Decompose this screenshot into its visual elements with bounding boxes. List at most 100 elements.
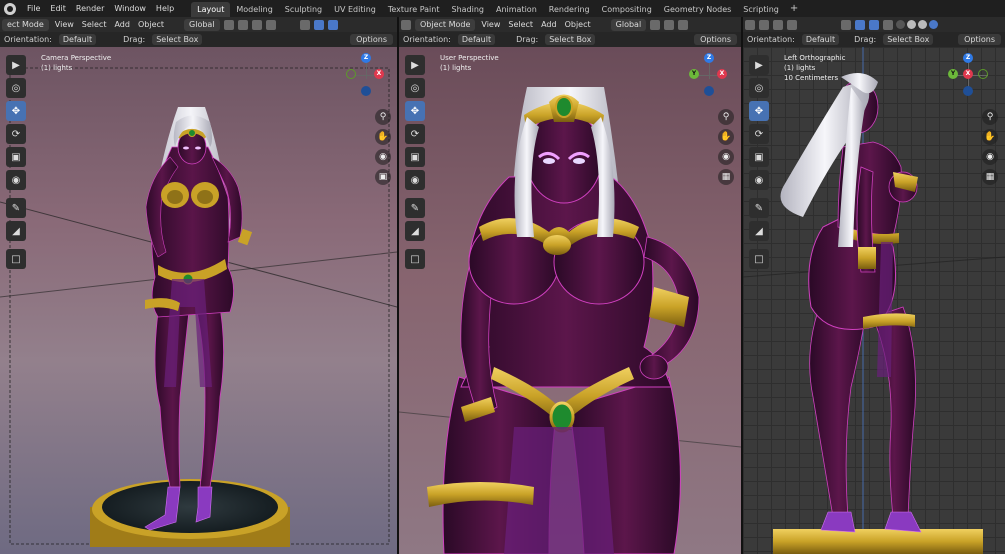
menu-file[interactable]: File	[22, 0, 45, 17]
snap-icon[interactable]	[237, 19, 248, 30]
tab-geometry-nodes[interactable]: Geometry Nodes	[658, 2, 737, 17]
gizmo-x-axis[interactable]: X	[963, 69, 973, 79]
cursor-icon[interactable]: ◎	[405, 78, 425, 98]
pan-hand-icon[interactable]: ✋	[375, 129, 391, 145]
viewport-canvas[interactable]: Left Orthographic (1) lights 10 Centimet…	[743, 47, 1005, 554]
visibility-icon[interactable]	[841, 19, 851, 30]
menu-view[interactable]: View	[477, 20, 504, 29]
overlay-toggle-icon[interactable]	[327, 19, 338, 30]
gizmo-neg-z-axis[interactable]	[361, 86, 371, 96]
menu-add[interactable]: Add	[110, 20, 134, 29]
tab-rendering[interactable]: Rendering	[543, 2, 596, 17]
menu-edit[interactable]: Edit	[45, 0, 71, 17]
menu-help[interactable]: Help	[151, 0, 179, 17]
measure-icon[interactable]: ◢	[405, 221, 425, 241]
measure-icon[interactable]: ◢	[6, 221, 26, 241]
viewport-canvas[interactable]: User Perspective (1) lights ▶ ◎ ✥ ⟳ ▣ ◉ …	[399, 47, 741, 554]
gizmo-neg-z-axis[interactable]	[704, 86, 714, 96]
lock-icon[interactable]: ▣	[375, 169, 391, 185]
pivot-icon[interactable]	[650, 19, 661, 30]
add-cube-icon[interactable]: □	[405, 249, 425, 269]
menu-object[interactable]: Object	[134, 20, 168, 29]
scale-icon[interactable]: ▣	[749, 147, 769, 167]
drag-select[interactable]: Select Box	[545, 34, 596, 45]
proportional-edit-icon[interactable]	[251, 19, 262, 30]
add-cube-icon[interactable]: □	[749, 249, 769, 269]
pivot-icon[interactable]	[223, 19, 234, 30]
tab-scripting[interactable]: Scripting	[737, 2, 785, 17]
camera-icon[interactable]: ◉	[375, 149, 391, 165]
drag-select[interactable]: Select Box	[883, 34, 934, 45]
gizmo-x-axis[interactable]: X	[374, 69, 384, 79]
tab-compositing[interactable]: Compositing	[596, 2, 658, 17]
cursor-icon[interactable]: ◎	[6, 78, 26, 98]
snap-icon[interactable]	[664, 19, 675, 30]
rotate-icon[interactable]: ⟳	[6, 124, 26, 144]
options-button[interactable]: Options	[350, 34, 393, 45]
transform-orientation-select[interactable]: Global	[610, 18, 647, 31]
menu-select[interactable]: Select	[78, 20, 111, 29]
gizmo-z-axis[interactable]: Z	[963, 53, 973, 63]
transform-icon[interactable]: ◉	[405, 170, 425, 190]
tab-sculpting[interactable]: Sculpting	[279, 2, 328, 17]
orientation-select[interactable]: Default	[457, 34, 496, 45]
gizmo-neg-y-axis[interactable]	[346, 69, 356, 79]
measure-icon[interactable]: ◢	[749, 221, 769, 241]
camera-icon[interactable]: ◉	[982, 149, 998, 165]
grid-icon[interactable]: ▦	[982, 169, 998, 185]
menu-add[interactable]: Add	[537, 20, 561, 29]
move-icon[interactable]: ✥	[6, 101, 26, 121]
editor-type-icon[interactable]	[401, 19, 411, 30]
drag-select[interactable]: Select Box	[152, 34, 203, 45]
tab-uv-editing[interactable]: UV Editing	[328, 2, 382, 17]
tab-animation[interactable]: Animation	[490, 2, 543, 17]
camera-icon[interactable]: ◉	[718, 149, 734, 165]
viewport-canvas[interactable]: Camera Perspective (1) lights ▶ ◎ ✥ ⟳ ▣ …	[0, 47, 397, 554]
solid-shading-icon[interactable]	[907, 20, 916, 29]
navigation-gizmo[interactable]: Z X	[346, 53, 390, 101]
pan-hand-icon[interactable]: ✋	[982, 129, 998, 145]
annotate-icon[interactable]: ✎	[749, 198, 769, 218]
grid-icon[interactable]: ▦	[718, 169, 734, 185]
pivot-icon[interactable]	[745, 19, 755, 30]
overlay-toggle-icon[interactable]	[869, 19, 879, 30]
rotate-icon[interactable]: ⟳	[405, 124, 425, 144]
options-button[interactable]: Options	[958, 34, 1001, 45]
mode-select[interactable]: Object Mode	[415, 18, 476, 31]
visibility-icon[interactable]	[299, 19, 310, 30]
gizmo-neg-z-axis[interactable]	[963, 86, 973, 96]
zoom-icon[interactable]: ⚲	[375, 109, 391, 125]
add-cube-icon[interactable]: □	[6, 249, 26, 269]
gizmo-neg-y-axis[interactable]	[978, 69, 988, 79]
proportional-edit-icon[interactable]	[678, 19, 689, 30]
tab-shading[interactable]: Shading	[445, 2, 490, 17]
proportional-edit-icon[interactable]	[773, 19, 783, 30]
material-shading-icon[interactable]	[918, 20, 927, 29]
transform-icon[interactable]: ◉	[749, 170, 769, 190]
annotate-icon[interactable]: ✎	[405, 198, 425, 218]
falloff-icon[interactable]	[265, 19, 276, 30]
menu-render[interactable]: Render	[71, 0, 109, 17]
tab-layout[interactable]: Layout	[191, 2, 231, 17]
menu-view[interactable]: View	[51, 20, 78, 29]
tab-texture-paint[interactable]: Texture Paint	[382, 2, 446, 17]
rotate-icon[interactable]: ⟳	[749, 124, 769, 144]
scale-icon[interactable]: ▣	[405, 147, 425, 167]
gizmo-z-axis[interactable]: Z	[361, 53, 371, 63]
gizmo-toggle-icon[interactable]	[855, 19, 865, 30]
menu-select[interactable]: Select	[504, 20, 537, 29]
orientation-select[interactable]: Default	[58, 34, 97, 45]
orientation-select[interactable]: Default	[801, 34, 840, 45]
annotate-icon[interactable]: ✎	[6, 198, 26, 218]
gizmo-y-axis[interactable]: Y	[948, 69, 958, 79]
menu-window[interactable]: Window	[109, 0, 151, 17]
xray-icon[interactable]	[883, 19, 893, 30]
rendered-shading-icon[interactable]	[929, 20, 938, 29]
mode-select[interactable]: ect Mode	[2, 18, 49, 31]
menu-object[interactable]: Object	[561, 20, 595, 29]
scale-icon[interactable]: ▣	[6, 147, 26, 167]
wireframe-shading-icon[interactable]	[896, 20, 905, 29]
add-workspace-button[interactable]: +	[785, 3, 803, 14]
gizmo-y-axis[interactable]: Y	[689, 69, 699, 79]
navigation-gizmo[interactable]: Z X Y	[948, 53, 992, 101]
